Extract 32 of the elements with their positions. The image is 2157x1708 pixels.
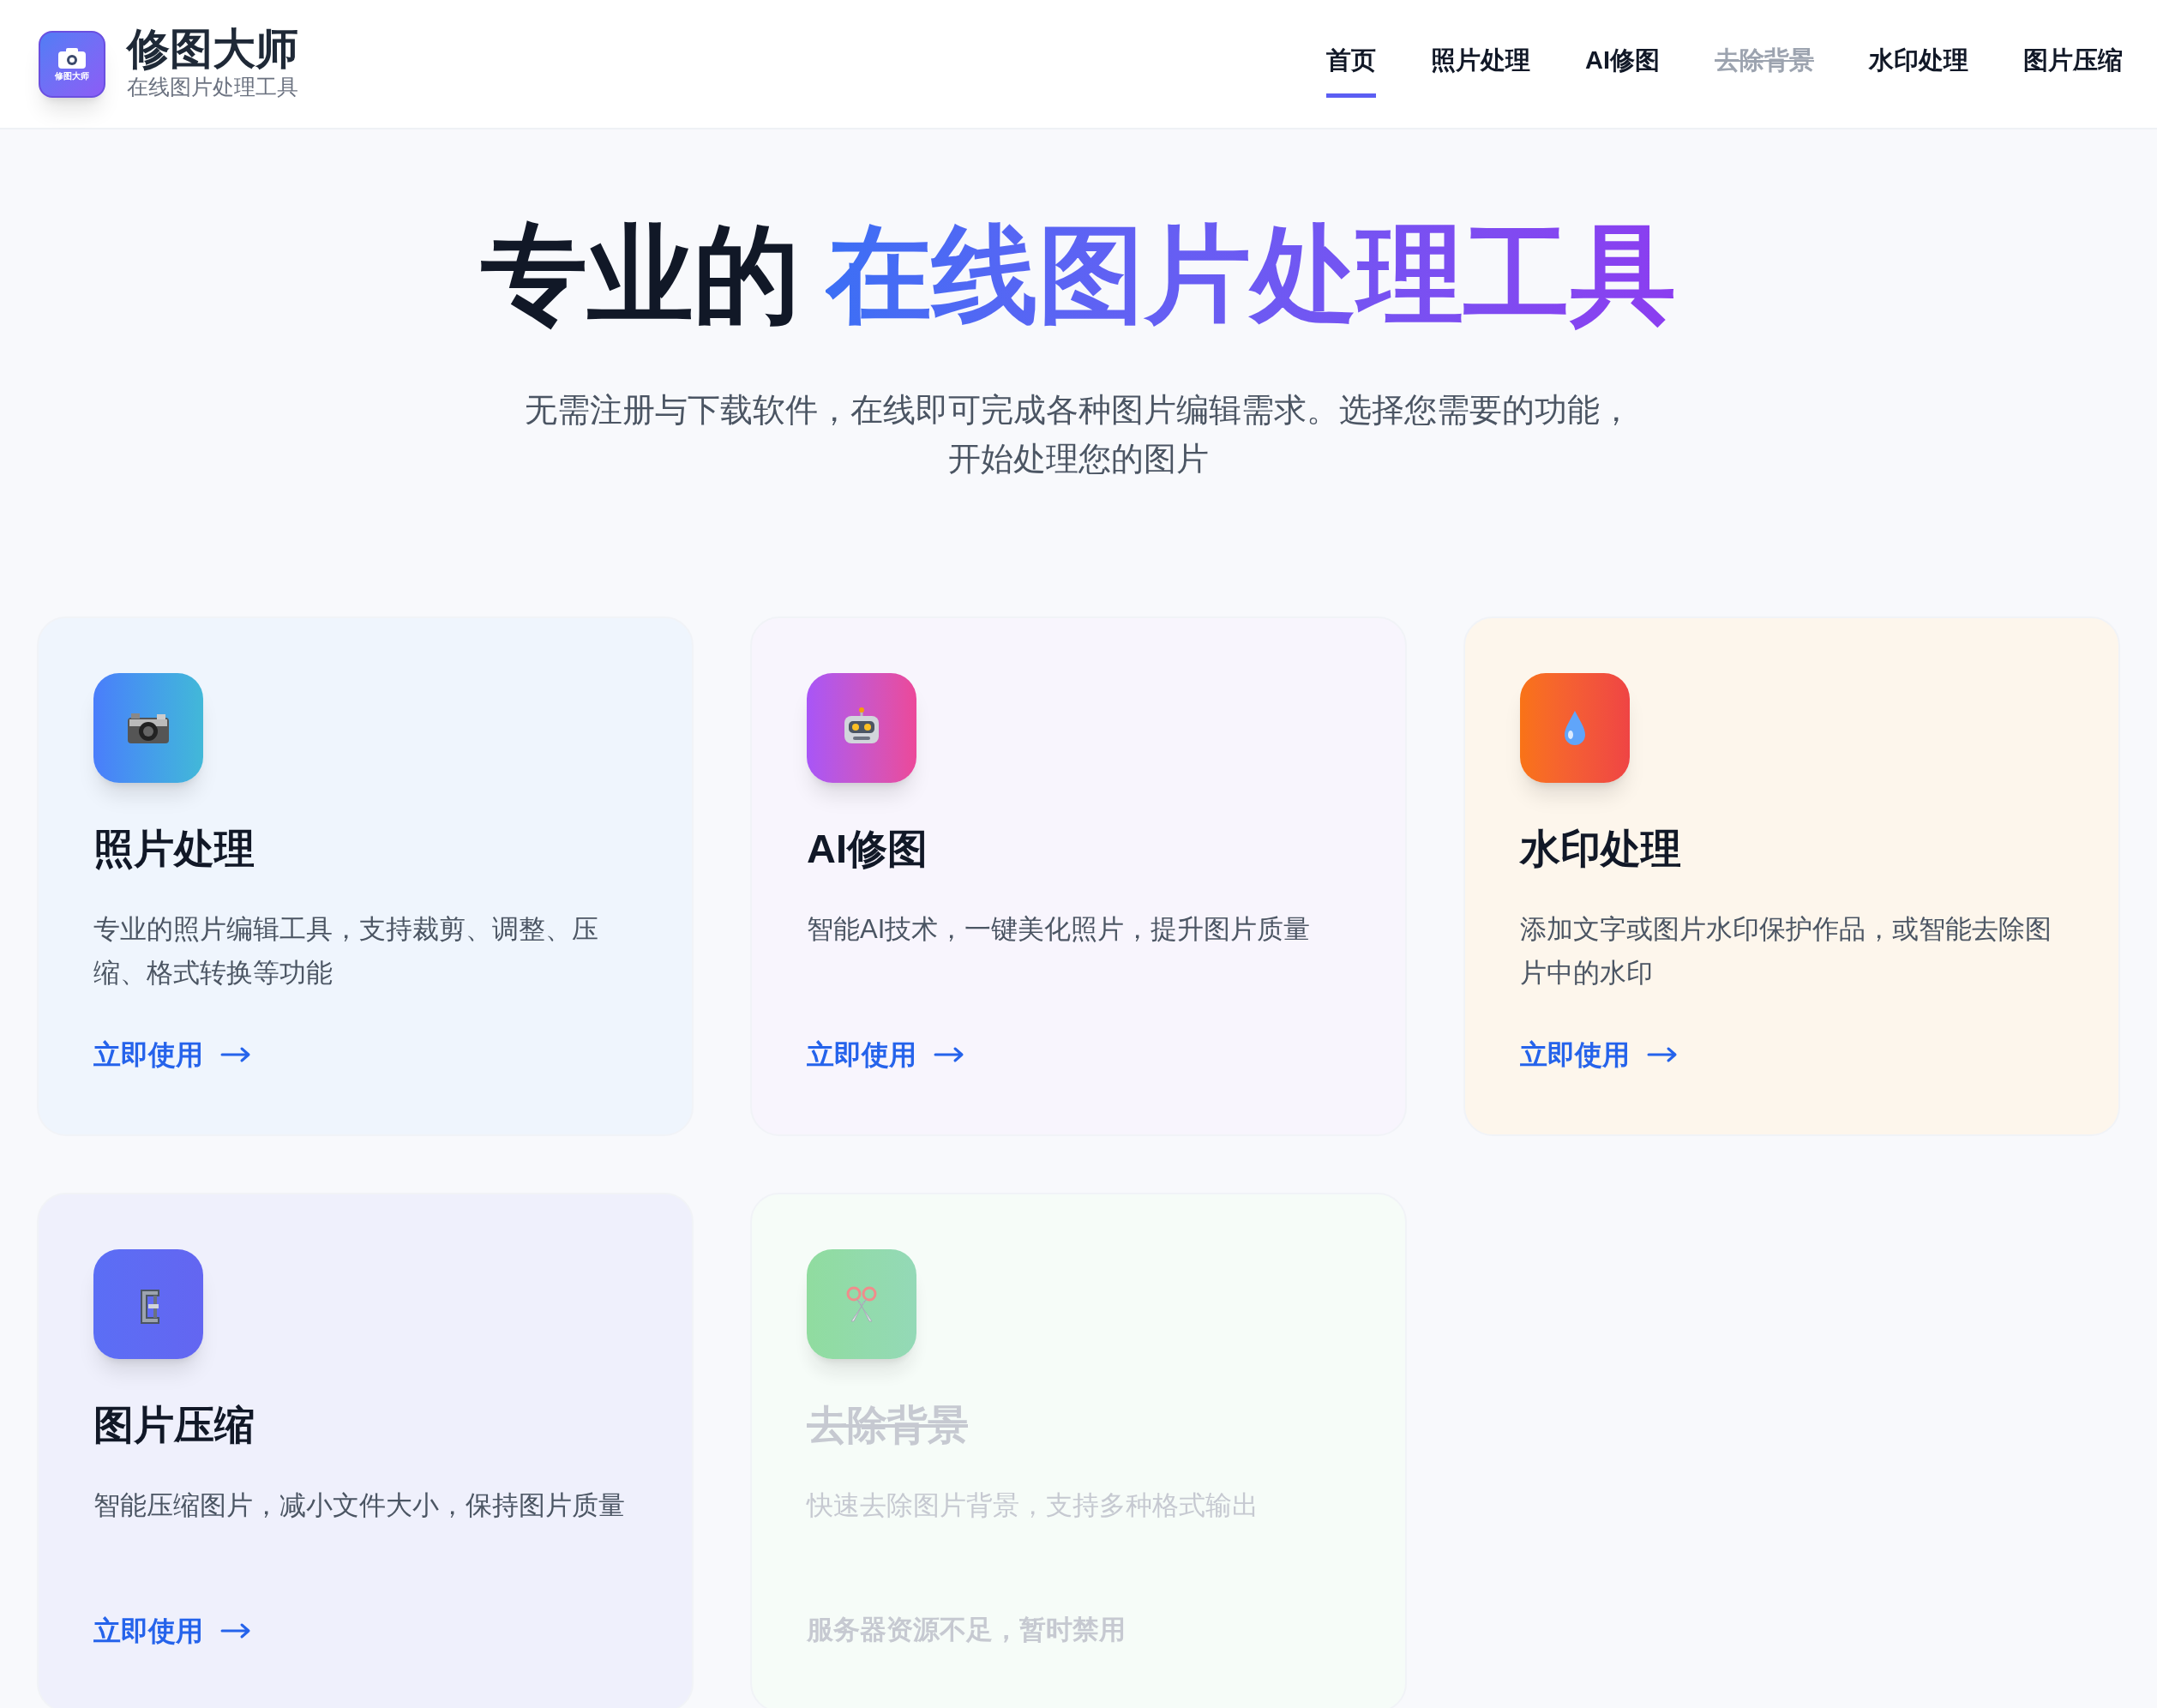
use-now-link[interactable]: 立即使用 (93, 1609, 251, 1651)
hero-subtitle: 无需注册与下载软件，在线即可完成各种图片编辑需求。选择您需要的功能，开始处理您的图片 (524, 390, 1633, 478)
card-description: 专业的照片编辑工具，支持裁剪、调整、压缩、格式转换等功能 (93, 912, 599, 989)
use-now-link[interactable]: 立即使用 (1520, 1033, 1678, 1075)
logo-text: 修图大师 (55, 72, 89, 81)
card-description: 添加文字或图片水印保护作品，或智能去除图片中的水印 (1520, 912, 2052, 989)
nav-link[interactable]: 图片压缩 (2023, 42, 2123, 98)
feature-card[interactable]: AI修图 智能AI技术，一键美化照片，提升图片质量 立即使用 (750, 616, 1407, 1136)
arrow-right-icon (1647, 1045, 1678, 1063)
use-now-link[interactable]: 立即使用 (93, 1033, 251, 1075)
card-title: 图片压缩 (93, 1400, 255, 1449)
brand-tagline: 在线图片处理工具 (127, 73, 298, 100)
app-logo[interactable]: 修图大师 (39, 30, 105, 98)
arrow-right-icon (220, 1621, 251, 1639)
arrow-right-icon (220, 1045, 251, 1063)
feature-card[interactable]: 水印处理 添加文字或图片水印保护作品，或智能去除图片中的水印 立即使用 (1463, 616, 2120, 1136)
use-now-link[interactable]: 立即使用 (807, 1033, 964, 1075)
nav-link[interactable]: 水印处理 (1869, 42, 1968, 98)
card-title: AI修图 (807, 824, 928, 873)
camera-icon (57, 47, 87, 69)
card-description: 智能AI技术，一键美化照片，提升图片质量 (807, 912, 1312, 946)
nav-link[interactable]: 照片处理 (1431, 42, 1530, 98)
arrow-right-icon (934, 1045, 964, 1063)
brand-name: 修图大师 (127, 27, 298, 70)
card-description: 智能压缩图片，减小文件大小，保持图片质量 (93, 1488, 626, 1522)
card-title: 照片处理 (93, 824, 255, 873)
feature-card[interactable]: 图片压缩 智能压缩图片，减小文件大小，保持图片质量 立即使用 (37, 1192, 694, 1708)
feature-card[interactable]: 照片处理 专业的照片编辑工具，支持裁剪、调整、压缩、格式转换等功能 立即使用 (37, 616, 694, 1136)
nav-link[interactable]: AI修图 (1585, 42, 1660, 98)
hero-title: 专业的 (481, 214, 800, 335)
card-title: 水印处理 (1520, 824, 1682, 873)
nav-link[interactable]: 首页 (1326, 42, 1376, 98)
